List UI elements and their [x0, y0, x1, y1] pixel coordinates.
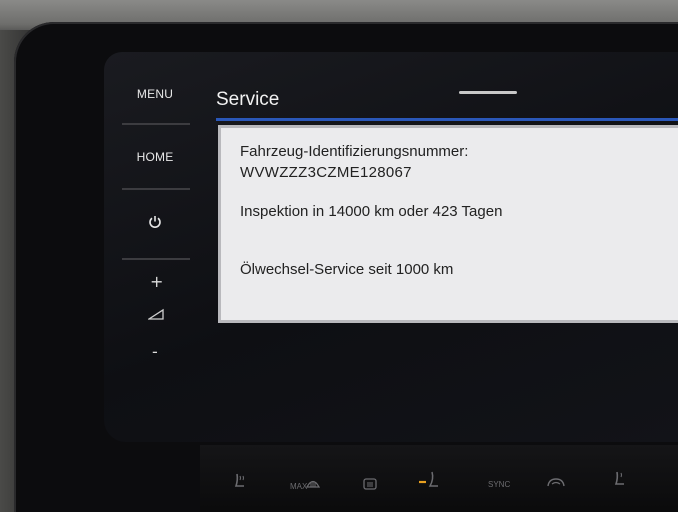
title-underline: [216, 118, 678, 121]
seat-heat-left-icon[interactable]: [232, 472, 248, 490]
max-defrost-label[interactable]: MAX: [290, 482, 307, 491]
volume-down-button[interactable]: -: [152, 342, 158, 361]
page-title: Service: [216, 89, 280, 110]
seat-heat-right-icon[interactable]: [612, 470, 628, 488]
volume-icon: [148, 308, 164, 320]
rear-defrost-icon[interactable]: [363, 478, 377, 490]
vin-value: WVWZZZ3CZME128067: [240, 164, 412, 181]
vin-label: Fahrzeug-Identifizierungsnummer:: [240, 143, 469, 160]
pull-down-handle[interactable]: [459, 91, 517, 94]
oil-service-status: Ölwechsel-Service seit 1000 km: [240, 261, 454, 278]
menu-button[interactable]: MENU: [118, 87, 192, 101]
hardkey-divider: [122, 123, 190, 125]
power-icon[interactable]: [148, 215, 162, 229]
max-defrost-icon[interactable]: [306, 478, 320, 489]
recirculation-icon[interactable]: [546, 476, 566, 488]
inspection-due: Inspektion in 14000 km oder 423 Tagen: [240, 203, 503, 220]
seat-vent-icon[interactable]: [418, 470, 440, 490]
sync-button[interactable]: SYNC: [488, 480, 510, 489]
hardkey-divider: [122, 258, 190, 260]
home-button[interactable]: HOME: [118, 150, 192, 164]
volume-up-button[interactable]: +: [150, 272, 163, 291]
hardkey-divider: [122, 188, 190, 190]
